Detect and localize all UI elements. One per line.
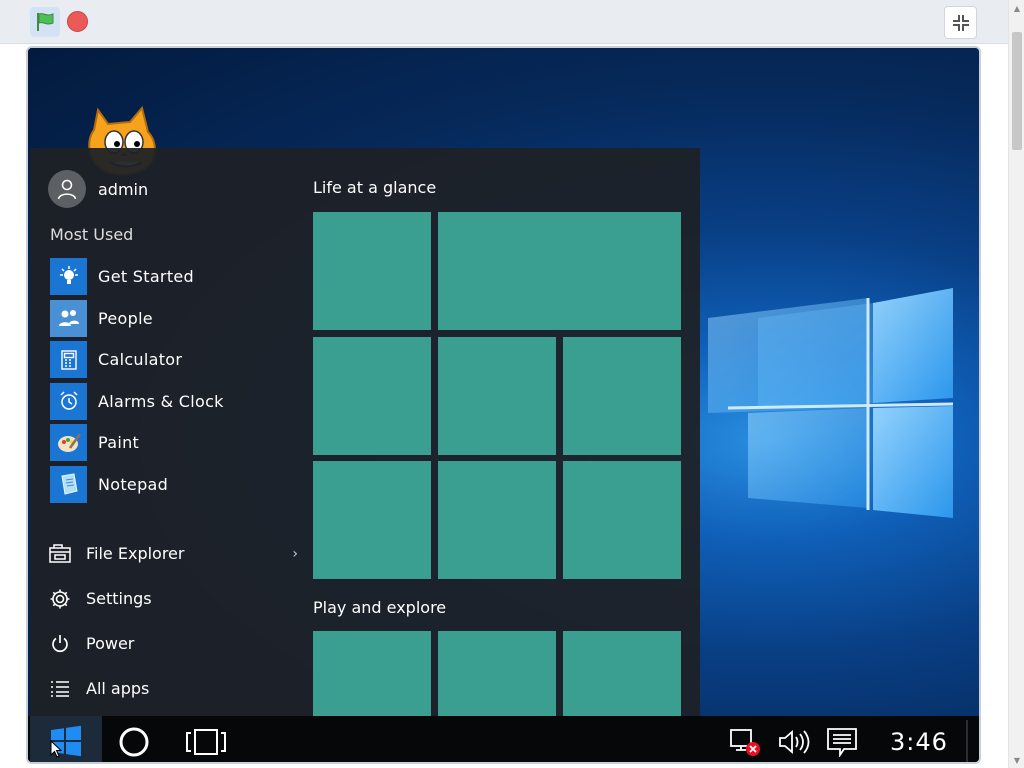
live-tile[interactable] xyxy=(313,461,431,579)
lightbulb-icon xyxy=(50,258,87,296)
green-flag-icon xyxy=(37,13,54,31)
live-tile[interactable] xyxy=(313,631,431,718)
people-icon xyxy=(50,299,87,337)
show-desktop-divider[interactable] xyxy=(966,720,968,762)
volume-icon xyxy=(779,730,810,754)
taskbar-clock[interactable]: 3:46 xyxy=(890,728,948,756)
play-and-explore-heading: Play and explore xyxy=(313,598,447,617)
sys-label: Power xyxy=(86,634,135,653)
mouse-cursor-icon xyxy=(50,740,62,758)
player-toolbar xyxy=(0,0,1010,44)
sys-label: File Explorer xyxy=(86,544,185,563)
network-disconnected-icon xyxy=(730,729,760,756)
taskbar: 3:46 xyxy=(28,716,979,762)
live-tile[interactable] xyxy=(313,337,431,455)
scroll-thumb[interactable] xyxy=(1012,32,1022,150)
live-tile[interactable] xyxy=(563,337,681,455)
user-account[interactable]: admin xyxy=(48,170,148,208)
app-alarms-clock[interactable]: Alarms & Clock xyxy=(50,381,300,423)
task-view-button[interactable] xyxy=(184,724,228,760)
user-name: admin xyxy=(98,179,149,199)
all-apps-item[interactable]: All apps xyxy=(48,666,298,711)
app-label: Paint xyxy=(98,433,140,453)
cortana-button[interactable] xyxy=(116,724,152,760)
action-center-icon xyxy=(827,728,857,757)
file-explorer-icon xyxy=(48,542,72,566)
stop-button[interactable] xyxy=(67,11,88,32)
windows-wallpaper-logo xyxy=(708,288,954,518)
calculator-icon xyxy=(50,341,87,379)
paint-icon xyxy=(50,424,87,462)
app-label: Alarms & Clock xyxy=(98,391,224,411)
alarm-clock-icon xyxy=(50,382,87,420)
power-icon xyxy=(48,632,72,656)
start-button[interactable] xyxy=(30,716,102,762)
cortana-circle-icon xyxy=(119,727,149,757)
chevron-right-icon[interactable]: › xyxy=(292,546,298,562)
power-item[interactable]: Power xyxy=(48,621,298,666)
exit-fullscreen-icon xyxy=(952,14,969,31)
app-label: Notepad xyxy=(98,474,169,494)
scroll-up-arrow-icon[interactable]: ▲ xyxy=(1009,0,1024,16)
sys-label: All apps xyxy=(86,679,150,698)
app-notepad[interactable]: Notepad xyxy=(50,464,300,506)
task-view-icon xyxy=(186,729,226,755)
live-tile[interactable] xyxy=(563,461,681,579)
volume-control[interactable] xyxy=(776,724,812,760)
live-tile[interactable] xyxy=(313,212,431,330)
action-center-button[interactable] xyxy=(824,724,860,760)
live-tile[interactable] xyxy=(438,631,556,718)
app-paint[interactable]: Paint xyxy=(50,422,300,464)
app-calculator[interactable]: Calculator xyxy=(50,339,300,381)
file-explorer-item[interactable]: File Explorer › xyxy=(48,531,298,576)
app-get-started[interactable]: Get Started xyxy=(50,256,300,298)
user-avatar xyxy=(48,170,86,208)
most-used-list: Get Started People Calculator Alarms & C… xyxy=(50,256,300,505)
live-tile[interactable] xyxy=(563,631,681,718)
green-flag-button[interactable] xyxy=(30,7,60,37)
exit-fullscreen-button[interactable] xyxy=(944,6,977,39)
live-tile[interactable] xyxy=(438,461,556,579)
sys-label: Settings xyxy=(86,589,152,608)
live-tile-wide[interactable] xyxy=(438,212,681,330)
life-at-a-glance-heading: Life at a glance xyxy=(313,178,437,197)
all-apps-list-icon xyxy=(48,677,72,701)
most-used-heading: Most Used xyxy=(50,225,134,244)
scroll-down-arrow-icon[interactable]: ▼ xyxy=(1009,752,1024,768)
app-label: Calculator xyxy=(98,350,183,370)
stage[interactable]: admin Most Used Get Started People Calcu… xyxy=(26,46,981,764)
live-tile[interactable] xyxy=(438,337,556,455)
settings-item[interactable]: Settings xyxy=(48,576,298,621)
app-label: Get Started xyxy=(98,267,194,287)
app-people[interactable]: People xyxy=(50,298,300,340)
user-icon xyxy=(57,179,77,200)
app-label: People xyxy=(98,308,153,328)
settings-gear-icon xyxy=(48,587,72,611)
start-menu: admin Most Used Get Started People Calcu… xyxy=(30,148,700,718)
network-status[interactable] xyxy=(728,724,764,760)
system-places-list: File Explorer › Settings Power All apps xyxy=(48,531,298,711)
notepad-icon xyxy=(50,465,87,503)
page-scrollbar[interactable]: ▲ ▼ xyxy=(1008,0,1024,768)
